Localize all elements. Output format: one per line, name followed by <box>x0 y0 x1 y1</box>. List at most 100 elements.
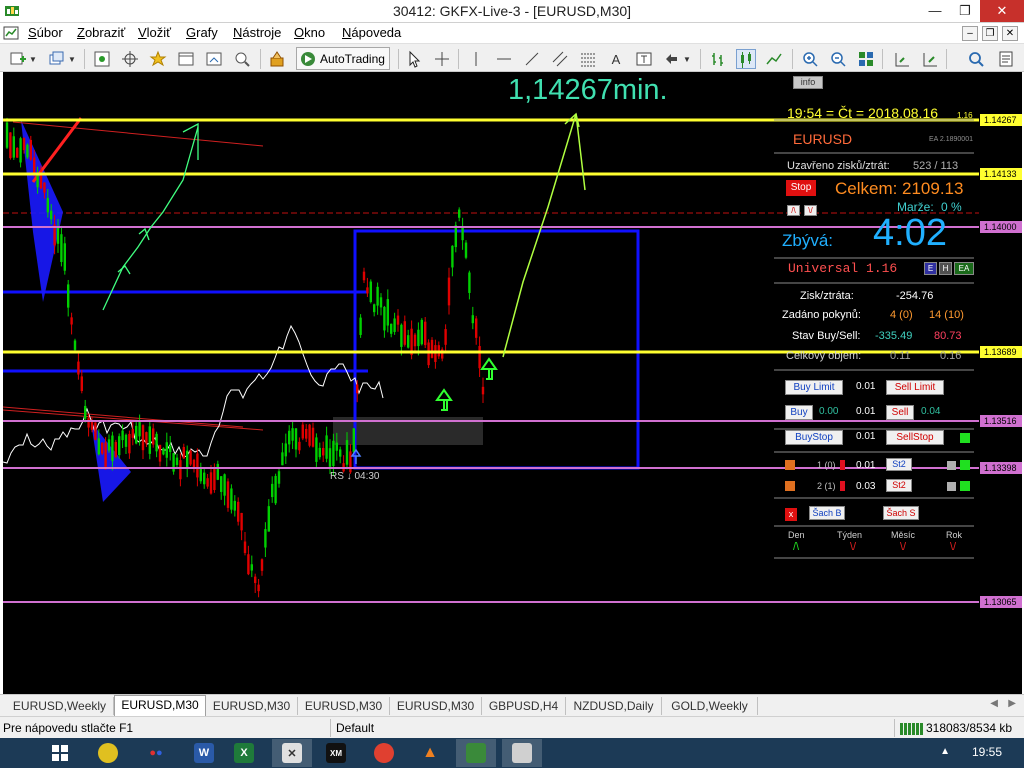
close-all-button[interactable]: x <box>785 508 797 521</box>
taskbar-app-dots[interactable]: ● ● <box>136 739 176 767</box>
close-button[interactable]: ✕ <box>980 0 1024 22</box>
chevron-down-icon[interactable]: ▼ <box>67 49 77 69</box>
terminal-icon[interactable] <box>204 49 224 69</box>
menu-charts[interactable]: Grafy <box>186 25 218 40</box>
line-chart-icon[interactable] <box>764 49 784 69</box>
stop-button[interactable]: Stop <box>786 180 816 196</box>
price-chart[interactable]: 1,14267min. RS ↓ 04:30 1.14267 1.14133 1.1… <box>3 72 1022 694</box>
bar-chart-icon[interactable] <box>708 49 728 69</box>
tab-gbpusd-h4[interactable]: GBPUSD,H4 <box>482 697 566 715</box>
tile-windows-icon[interactable] <box>856 49 876 69</box>
tab-eurusd-m30[interactable]: EURUSD,M30 <box>206 697 298 715</box>
strategy-tester-icon[interactable] <box>232 49 252 69</box>
data-window-icon[interactable] <box>176 49 196 69</box>
menu-window[interactable]: Okno <box>294 25 325 40</box>
green-projection-line <box>502 113 586 358</box>
status-bar: Pre nápovedu stlačte F1 Default 318083/8… <box>0 716 1024 738</box>
menu-help[interactable]: Nápoveda <box>342 25 401 40</box>
minimize-button[interactable]: — <box>920 0 950 22</box>
taskbar-app-globe[interactable] <box>88 739 128 767</box>
new-chart-icon[interactable] <box>8 49 28 69</box>
crosshair-icon[interactable] <box>432 49 452 69</box>
zoom-out-icon[interactable] <box>828 49 848 69</box>
sach-b-button[interactable]: Šach B <box>809 506 845 520</box>
fibonacci-icon[interactable] <box>578 49 598 69</box>
autotrading-button[interactable]: AutoTrading <box>296 47 390 70</box>
trendline-icon[interactable] <box>522 49 542 69</box>
horizontal-line-icon[interactable] <box>494 49 514 69</box>
vertical-line-icon[interactable] <box>466 49 486 69</box>
xm-icon: XM <box>326 743 346 763</box>
tab-eurusd-m30-active[interactable]: EURUSD,M30 <box>114 695 206 717</box>
taskbar-word[interactable]: W <box>184 739 224 767</box>
tab-eurusd-m30[interactable]: EURUSD,M30 <box>390 697 482 715</box>
panel-version: 1.16 <box>957 111 973 120</box>
taskbar-app-x[interactable]: ✕ <box>272 739 312 767</box>
row1-indicator[interactable] <box>785 460 795 470</box>
sell-limit-button[interactable]: Sell Limit <box>886 380 944 395</box>
tray-expand-icon[interactable]: ▲ <box>940 746 950 757</box>
search-icon[interactable] <box>966 49 986 69</box>
taskbar-excel[interactable]: X <box>224 739 264 767</box>
mini-button-v[interactable]: \/ <box>804 205 817 216</box>
globe-icon <box>98 743 118 763</box>
taskbar-clock[interactable]: 19:55 <box>972 745 1002 759</box>
candlesticks <box>5 117 485 598</box>
chevron-down-icon[interactable]: ▼ <box>682 49 692 69</box>
buy-stop-button[interactable]: BuyStop <box>785 430 843 445</box>
zoom-in-icon[interactable] <box>800 49 820 69</box>
tab-gold-weekly[interactable]: GOLD,Weekly <box>662 697 758 715</box>
channel-icon[interactable] <box>550 49 570 69</box>
buy-limit-button[interactable]: Buy Limit <box>785 380 843 395</box>
mini-button-a[interactable]: /\ <box>787 205 800 216</box>
chart-shift-icon[interactable] <box>892 49 912 69</box>
taskbar-chrome[interactable] <box>364 739 404 767</box>
sach-s-button[interactable]: Šach S <box>883 506 919 520</box>
mode-e-button[interactable]: E <box>924 262 937 275</box>
menu-file[interactable]: Súbor <box>28 25 63 40</box>
taskbar-metatrader[interactable] <box>456 739 496 767</box>
autoscroll-icon[interactable] <box>920 49 940 69</box>
period-week: Týden <box>837 530 863 540</box>
period-year: Rok <box>946 530 963 540</box>
mdi-restore-button[interactable]: ❐ <box>982 26 998 41</box>
row1-st2-button[interactable]: St2 <box>886 458 912 471</box>
tab-scroll-right-icon[interactable]: ▶ <box>1008 698 1016 709</box>
mode-h-button[interactable]: H <box>939 262 952 275</box>
buy-button[interactable]: Buy <box>785 405 813 420</box>
info-button[interactable]: info <box>793 76 823 89</box>
menu-tools[interactable]: Nástroje <box>233 25 281 40</box>
row2-indicator[interactable] <box>785 481 795 491</box>
tab-eurusd-weekly[interactable]: EURUSD,Weekly <box>6 697 114 715</box>
windows-logo-icon <box>52 745 68 761</box>
text-icon[interactable]: A <box>606 49 626 69</box>
tab-scroll-left-icon[interactable]: ◀ <box>990 698 998 709</box>
mdi-minimize-button[interactable]: – <box>962 26 978 41</box>
mode-ea-button[interactable]: EA <box>954 262 974 275</box>
crosshair-navigator-icon[interactable] <box>120 49 140 69</box>
tab-eurusd-m30[interactable]: EURUSD,M30 <box>298 697 390 715</box>
text-label-icon[interactable] <box>634 49 654 69</box>
mdi-close-button[interactable]: ✕ <box>1002 26 1018 41</box>
menu-insert[interactable]: Vložiť <box>138 25 171 40</box>
market-watch-icon[interactable] <box>92 49 112 69</box>
notes-icon[interactable] <box>996 49 1016 69</box>
row2-st2-button[interactable]: St2 <box>886 479 912 492</box>
start-button[interactable] <box>40 739 80 767</box>
candlestick-chart-icon[interactable] <box>736 49 756 69</box>
sell-stop-button[interactable]: SellStop <box>886 430 944 445</box>
chevron-down-icon[interactable]: ▼ <box>28 49 38 69</box>
favorites-icon[interactable] <box>148 49 168 69</box>
menu-view[interactable]: Zobraziť <box>77 25 125 40</box>
taskbar-vlc[interactable]: ▲ <box>410 739 450 767</box>
sell-button[interactable]: Sell <box>886 405 914 420</box>
tab-nzdusd-daily[interactable]: NZDUSD,Daily <box>566 697 662 715</box>
profiles-icon[interactable] <box>47 49 67 69</box>
taskbar-window[interactable] <box>502 739 542 767</box>
arrows-icon[interactable] <box>662 49 682 69</box>
cursor-icon[interactable] <box>404 49 424 69</box>
taskbar-xm[interactable]: XM <box>316 739 356 767</box>
metaeditor-icon[interactable] <box>267 49 287 69</box>
chart-window-icon[interactable] <box>3 25 19 41</box>
restore-button[interactable]: ❐ <box>950 0 980 22</box>
